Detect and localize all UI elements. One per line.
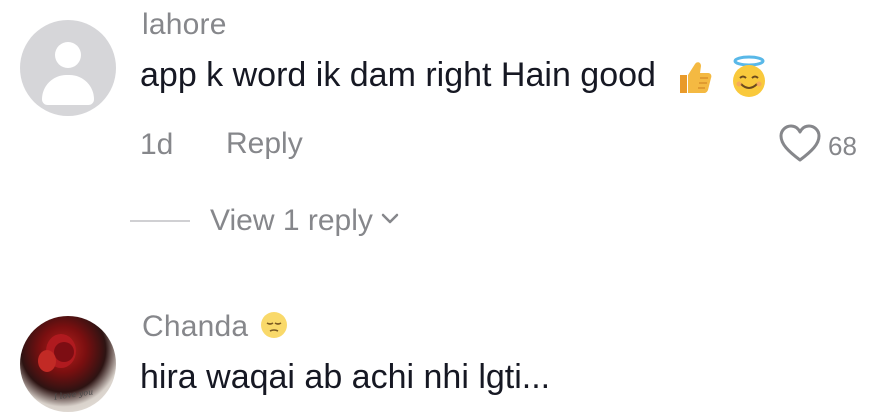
thumbs-up-emoji xyxy=(673,57,713,97)
view-replies-button[interactable]: View 1 reply xyxy=(130,204,399,238)
comment-username[interactable]: lahore xyxy=(142,8,227,42)
rose-petal xyxy=(38,350,56,372)
comment-text: app k word ik dam right Hain good xyxy=(140,55,769,99)
smiling-face-with-halo-emoji xyxy=(729,55,769,99)
default-user-icon xyxy=(55,42,81,68)
thread-divider xyxy=(130,220,190,222)
comment-text-body: app k word ik dam right Hain good xyxy=(140,55,656,94)
like-count: 68 xyxy=(828,131,857,161)
avatar[interactable]: I love you xyxy=(20,316,116,412)
chevron-down-icon xyxy=(381,212,399,230)
avatar[interactable] xyxy=(20,20,116,116)
comment-username[interactable]: Chanda xyxy=(142,310,289,344)
comment-username-text: Chanda xyxy=(142,310,249,343)
pensive-face-emoji xyxy=(259,310,289,340)
comment-text: hira waqai ab achi nhi lgti... xyxy=(140,358,551,396)
comment-timestamp: 1d xyxy=(140,128,174,161)
rose-petal xyxy=(54,342,74,362)
default-user-shoulders xyxy=(42,75,94,105)
reply-button[interactable]: Reply xyxy=(226,127,303,161)
like-button[interactable]: 68 xyxy=(778,124,857,169)
comment-item: lahore app k word ik dam right Hain good… xyxy=(0,0,882,290)
view-replies-label: View 1 reply xyxy=(210,204,373,237)
avatar-caption: I love you xyxy=(53,387,94,402)
comment-item: I love you Chanda hira waqai ab achi nhi… xyxy=(0,290,882,420)
heart-icon xyxy=(778,124,822,169)
